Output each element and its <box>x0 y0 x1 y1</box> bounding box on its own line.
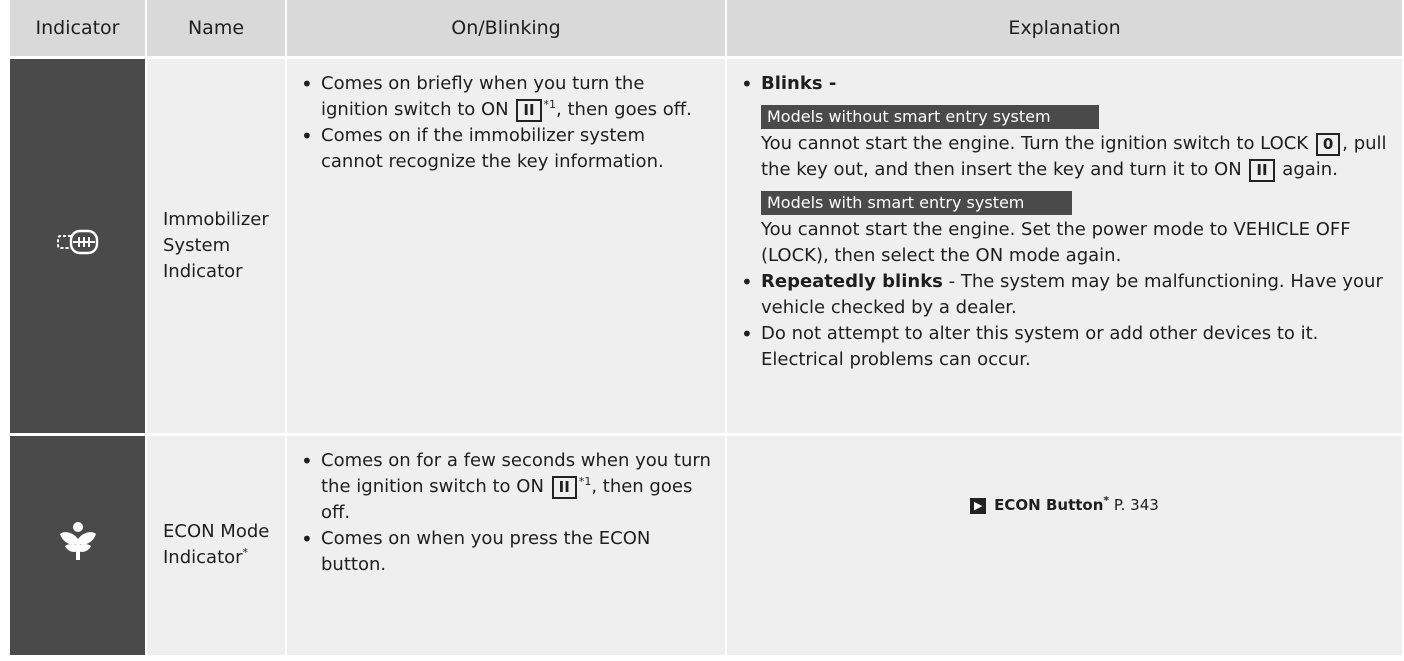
table-row: Immobilizer System Indicator Comes on br… <box>10 56 1402 435</box>
indicator-name-cell: Immobilizer System Indicator <box>146 56 287 435</box>
ignition-on-position: II <box>551 475 577 499</box>
indicator-name: Immobilizer System Indicator <box>163 209 269 282</box>
table-row: ECON Mode Indicator* Comes on for a few … <box>10 433 1402 655</box>
on-blinking-cell: Comes on briefly when you turn the ignit… <box>286 56 727 435</box>
header-explanation: Explanation <box>726 0 1402 58</box>
header-on-blinking: On/Blinking <box>286 0 727 58</box>
repeatedly-blinks-label: Repeatedly blinks <box>761 271 943 292</box>
reference-page: P. 343 <box>1109 496 1159 514</box>
header-name: Name <box>146 0 287 58</box>
indicator-name-cell: ECON Mode Indicator* <box>146 433 287 655</box>
header-indicator: Indicator <box>10 0 147 58</box>
model-tag-without-smart-entry: Models without smart entry system <box>761 105 1099 129</box>
explanation-cell: ▶ ECON Button* P. 343 <box>726 433 1402 655</box>
indicator-cell <box>10 56 147 435</box>
list-item: Comes on when you press the ECON button. <box>301 526 711 578</box>
econ-leaf-icon <box>59 522 97 566</box>
list-item: Do not attempt to alter this system or a… <box>741 321 1388 373</box>
footnote-marker: * <box>242 546 249 560</box>
explanation-cell: Blinks - Models without smart entry syst… <box>726 56 1402 435</box>
reference-arrow-icon: ▶ <box>970 497 987 514</box>
footnote-marker: *1 <box>578 475 592 488</box>
list-item: Comes on if the immobilizer system canno… <box>301 123 711 175</box>
key-immobilizer-icon <box>55 229 101 262</box>
ignition-on-position: II <box>1249 158 1275 182</box>
reference-label: ECON Button <box>994 496 1104 514</box>
page-reference[interactable]: ▶ ECON Button* P. 343 <box>741 492 1388 518</box>
footnote-marker: *1 <box>543 98 557 111</box>
ignition-lock-position: 0 <box>1315 132 1341 156</box>
list-item: Repeatedly blinks - The system may be ma… <box>741 269 1388 321</box>
on-blinking-cell: Comes on for a few seconds when you turn… <box>286 433 727 655</box>
blinks-label: Blinks - <box>761 73 837 94</box>
table-header-row: Indicator Name On/Blinking Explanation <box>10 0 1402 58</box>
indicator-cell <box>10 433 147 655</box>
indicator-table: Indicator Name On/Blinking Explanation I… <box>10 0 1402 655</box>
list-item: Blinks - Models without smart entry syst… <box>741 71 1388 269</box>
indicator-table-page: Indicator Name On/Blinking Explanation I… <box>10 0 1404 661</box>
list-item: Comes on briefly when you turn the ignit… <box>301 71 711 123</box>
indicator-name: ECON Mode Indicator <box>163 521 270 569</box>
list-item: Comes on for a few seconds when you turn… <box>301 448 711 526</box>
ignition-on-position: II <box>516 98 542 122</box>
model-tag-with-smart-entry: Models with smart entry system <box>761 191 1073 215</box>
